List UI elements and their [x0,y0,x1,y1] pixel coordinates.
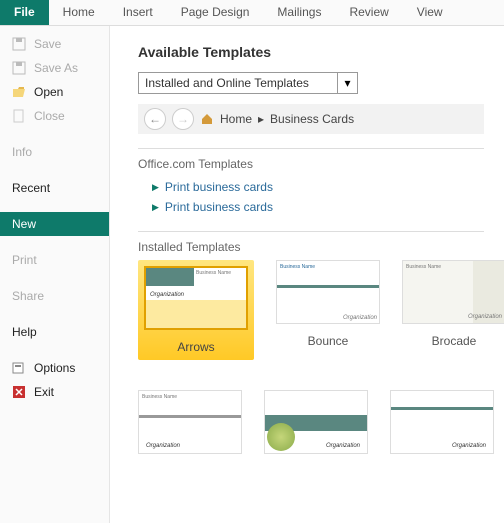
sidebar-label: Open [34,85,63,99]
folder-open-icon [12,85,26,99]
breadcrumb-category[interactable]: Business Cards [270,112,354,126]
template-label: Arrows [177,340,214,354]
sidebar-label: Help [12,325,37,339]
page-title: Available Templates [138,44,484,60]
backstage-sidebar: Save Save As Open Close Info Recent New … [0,26,110,523]
org-label: Organization [322,441,364,451]
ribbon-tabs: File Home Insert Page Design Mailings Re… [0,0,504,26]
template-label: Bounce [308,334,349,348]
breadcrumb: ← → Home ▸ Business Cards [138,104,484,134]
close-file-icon [12,109,26,123]
sidebar-label: New [12,217,36,231]
template-thumbnail: Organization [390,390,494,454]
link-label: Print business cards [165,200,273,214]
sidebar-print[interactable]: Print [0,248,109,272]
home-icon[interactable] [200,112,214,126]
template-thumbnail: Business Name Organization [144,266,248,330]
tab-insert[interactable]: Insert [109,0,167,25]
template-brocade[interactable]: Business Name Organization Brocade [402,260,504,360]
breadcrumb-separator: ▸ [258,112,264,126]
template-link[interactable]: ▶ Print business cards [138,177,484,197]
template-thumbnail: Business Name Organization [276,260,380,324]
sidebar-exit[interactable]: Exit [0,380,109,404]
sidebar-label: Exit [34,385,54,399]
template-source-dropdown[interactable]: Installed and Online Templates ▾ [138,72,358,94]
sidebar-options[interactable]: Options [0,356,109,380]
content-pane: Available Templates Installed and Online… [110,26,504,523]
sidebar-label: Share [12,289,44,303]
template-thumbnail: Business Name Organization [402,260,504,324]
dropdown-value: Installed and Online Templates [139,76,337,90]
sidebar-open[interactable]: Open [0,80,109,104]
sidebar-info[interactable]: Info [0,140,109,164]
sidebar-save-as[interactable]: Save As [0,56,109,80]
sidebar-share[interactable]: Share [0,284,109,308]
sidebar-help[interactable]: Help [0,320,109,344]
tab-file[interactable]: File [0,0,49,25]
breadcrumb-home[interactable]: Home [220,112,252,126]
sidebar-label: Recent [12,181,50,195]
tab-review[interactable]: Review [335,0,402,25]
org-label: Organization [468,314,502,320]
section-heading: Installed Templates [138,240,484,254]
sidebar-new[interactable]: New [0,212,109,236]
nav-back-button[interactable]: ← [144,108,166,130]
sidebar-label: Save As [34,61,78,75]
template-item[interactable]: Organization [390,390,494,454]
tab-view[interactable]: View [403,0,457,25]
template-thumbnail: Organization [264,390,368,454]
tab-page-design[interactable]: Page Design [167,0,264,25]
org-label: Organization [343,315,377,321]
sidebar-label: Print [12,253,37,267]
options-icon [12,361,26,375]
office-templates-section: Office.com Templates ▶ Print business ca… [138,148,484,221]
template-item[interactable]: Organization [264,390,368,454]
sidebar-close[interactable]: Close [0,104,109,128]
org-label: Organization [448,441,490,451]
tab-home[interactable]: Home [49,0,109,25]
link-label: Print business cards [165,180,273,194]
chevron-down-icon[interactable]: ▾ [337,73,357,93]
org-label: Organization [142,441,184,451]
exit-icon [12,385,26,399]
sidebar-label: Options [34,361,75,375]
tab-mailings[interactable]: Mailings [263,0,335,25]
template-arrows[interactable]: Business Name Organization Arrows [138,260,254,360]
sidebar-label: Close [34,109,65,123]
save-as-icon [12,61,26,75]
nav-forward-button[interactable]: → [172,108,194,130]
sidebar-label: Save [34,37,61,51]
org-label: Organization [146,290,246,300]
template-bounce[interactable]: Business Name Organization Bounce [276,260,380,360]
triangle-icon: ▶ [152,202,159,213]
sidebar-recent[interactable]: Recent [0,176,109,200]
template-label: Brocade [432,334,477,348]
section-heading: Office.com Templates [138,157,484,171]
template-item[interactable]: Business Name Organization [138,390,242,454]
save-icon [12,37,26,51]
sidebar-label: Info [12,145,32,159]
template-thumbnail: Business Name Organization [138,390,242,454]
sidebar-save[interactable]: Save [0,32,109,56]
triangle-icon: ▶ [152,182,159,193]
template-link[interactable]: ▶ Print business cards [138,197,484,217]
installed-templates-section: Installed Templates Business Name Organi… [138,231,484,458]
